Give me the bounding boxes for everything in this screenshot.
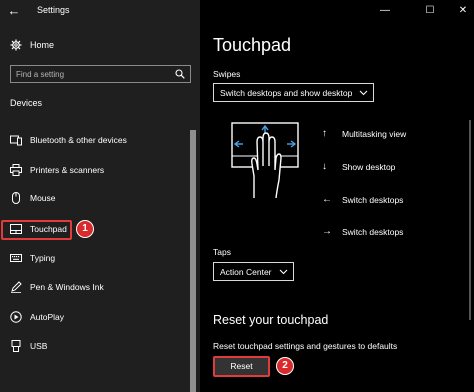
gesture-up: ↑ Multitasking view	[317, 128, 427, 142]
chevron-down-icon	[359, 90, 368, 96]
arrow-up-icon: ↑	[322, 128, 327, 139]
sidebar-item-typing[interactable]: Typing	[0, 246, 190, 270]
gesture-label: Show desktop	[342, 162, 396, 172]
search-icon[interactable]	[175, 69, 185, 79]
reset-section-title: Reset your touchpad	[213, 313, 329, 327]
taps-label: Taps	[213, 247, 231, 257]
keyboard-icon	[10, 254, 22, 262]
reset-button[interactable]: Reset	[213, 356, 270, 377]
search-input[interactable]	[16, 68, 166, 80]
swipes-dropdown[interactable]: Switch desktops and show desktop	[213, 83, 374, 102]
gesture-down: ↓ Show desktop	[317, 161, 427, 175]
section-heading: Devices	[10, 98, 43, 108]
sidebar-item-label: Bluetooth & other devices	[30, 135, 127, 145]
page-title: Touchpad	[213, 35, 292, 55]
sidebar-item-mouse[interactable]: Mouse	[0, 186, 190, 210]
main-scrollbar-thumb[interactable]	[469, 120, 471, 320]
maximize-icon[interactable]: ☐	[423, 4, 437, 18]
reset-description: Reset touchpad settings and gestures to …	[213, 341, 398, 351]
autoplay-icon	[10, 311, 22, 323]
sidebar-item-label: Typing	[30, 253, 56, 263]
arrow-left-icon: ←	[322, 194, 332, 205]
home-label: Home	[30, 40, 55, 50]
gesture-left: ← Switch desktops	[317, 194, 427, 208]
sidebar-item-printers[interactable]: Printers & scanners	[0, 158, 190, 182]
minimize-icon[interactable]: —	[378, 4, 392, 18]
bluetooth-devices-icon	[10, 135, 22, 146]
sidebar-item-usb[interactable]: USB	[0, 334, 190, 358]
home-gear-icon	[10, 39, 22, 51]
arrow-down-icon: ↓	[322, 161, 327, 172]
sidebar-item-label: Printers & scanners	[30, 165, 105, 175]
gesture-label: Multitasking view	[342, 129, 407, 139]
sidebar-item-label: Mouse	[30, 193, 56, 203]
touchpad-highlight-box	[1, 220, 72, 240]
sidebar-item-label: AutoPlay	[30, 312, 65, 322]
taps-dropdown[interactable]: Action Center	[213, 262, 294, 281]
back-arrow-icon[interactable]: ←	[6, 3, 22, 19]
main-scrollbar[interactable]	[466, 0, 474, 392]
mouse-icon	[12, 192, 20, 204]
gesture-right: → Switch desktops	[317, 226, 427, 240]
gesture-label: Switch desktops	[342, 227, 404, 237]
taps-selected-value: Action Center	[220, 267, 272, 277]
arrow-right-icon: →	[322, 226, 332, 237]
main-panel: — ☐ ✕ Touchpad Swipes Switch desktops an…	[200, 0, 474, 392]
sidebar-scrollbar-thumb[interactable]	[190, 130, 196, 392]
sidebar-item-autoplay[interactable]: AutoPlay	[0, 305, 190, 329]
search-box[interactable]	[10, 65, 191, 83]
swipes-selected-value: Switch desktops and show desktop	[220, 88, 353, 98]
step-2-badge: 2	[276, 357, 294, 375]
chevron-down-icon	[279, 269, 288, 275]
sidebar-item-label: USB	[30, 341, 48, 351]
sidebar: ← Settings Home Devices Bluetooth & othe…	[0, 0, 200, 392]
swipes-label: Swipes	[213, 69, 241, 79]
sidebar-item-bluetooth[interactable]: Bluetooth & other devices	[0, 128, 190, 152]
sidebar-item-pen[interactable]: Pen & Windows Ink	[0, 275, 190, 299]
pen-icon	[11, 281, 22, 293]
step-1-badge: 1	[76, 220, 94, 238]
sidebar-scrollbar[interactable]	[190, 130, 196, 392]
gesture-label: Switch desktops	[342, 195, 404, 205]
sidebar-item-label: Pen & Windows Ink	[30, 282, 104, 292]
app-title: Settings	[37, 5, 70, 15]
home-nav-item[interactable]: Home	[0, 37, 200, 55]
usb-icon	[11, 340, 21, 352]
printer-icon	[10, 164, 22, 176]
three-finger-swipe-illustration	[231, 122, 299, 198]
